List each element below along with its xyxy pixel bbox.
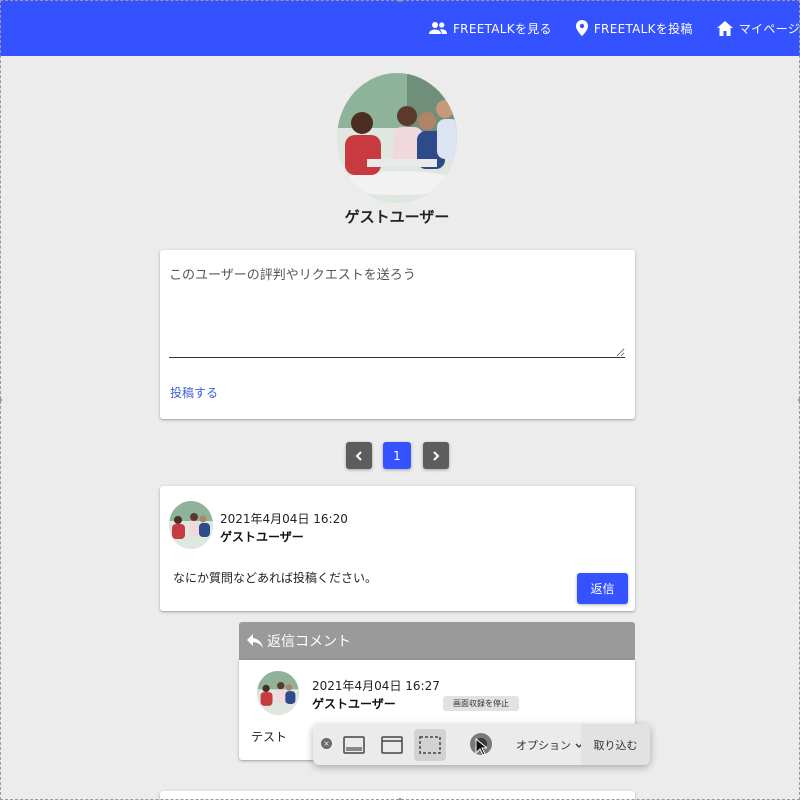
options-dropdown[interactable]: オプション	[516, 737, 583, 753]
comment-author: ゲストユーザー	[220, 530, 304, 544]
profile-avatar	[337, 73, 457, 203]
home-icon	[716, 20, 733, 36]
chevron-left-icon	[355, 450, 362, 461]
comment-avatar	[169, 501, 213, 549]
nav-post-freetalk-label: FREETALKを投稿	[593, 21, 693, 36]
submit-post-button[interactable]: 投稿する	[170, 384, 218, 401]
stop-recording-button[interactable]: 画面収録を停止	[443, 696, 519, 711]
nav-mypage-label: マイページ	[738, 21, 800, 36]
comment-card: 2021年4月04日 16:20 ゲストユーザー なにか質問などあれば投稿くださ…	[160, 486, 635, 611]
profile-name: ゲストユーザー	[344, 208, 450, 226]
close-icon[interactable]: ×	[321, 738, 332, 749]
reply-avatar	[257, 671, 299, 715]
reply-date: 2021年4月04日 16:27	[312, 679, 440, 693]
nav-view-freetalk[interactable]: FREETALKを見る	[428, 20, 552, 37]
post-form-card: 投稿する	[160, 250, 635, 419]
reply-arrow-icon	[247, 634, 263, 648]
group-photo-image	[337, 73, 457, 203]
nav-view-freetalk-label: FREETALKを見る	[452, 21, 552, 36]
chevron-right-icon	[433, 450, 440, 461]
reply-button[interactable]: 返信	[577, 573, 628, 604]
comment-text: なにか質問などあれば投稿ください。	[173, 571, 378, 585]
nav-post-freetalk[interactable]: FREETALKを投稿	[575, 20, 693, 37]
review-textarea[interactable]	[169, 262, 625, 358]
reply-section-title: 返信コメント	[267, 634, 351, 650]
pagination-prev-button[interactable]	[346, 442, 372, 469]
capture-selection-icon[interactable]	[414, 729, 446, 761]
capture-button[interactable]: 取り込む	[581, 724, 650, 765]
location-pin-icon	[575, 20, 588, 36]
pagination-next-button[interactable]	[423, 442, 449, 469]
capture-entire-screen-icon[interactable]	[338, 729, 370, 761]
options-label: オプション	[516, 739, 571, 752]
app-header: FREETALKを見る FREETALKを投稿 マイページ	[0, 0, 800, 56]
reply-author: ゲストユーザー	[312, 697, 396, 711]
group-photo-thumb	[257, 671, 299, 715]
capture-window-icon[interactable]	[376, 729, 408, 761]
pagination-page-1[interactable]: 1	[383, 442, 411, 469]
reply-section-header: 返信コメント	[239, 622, 635, 660]
people-icon	[428, 22, 447, 34]
nav-mypage[interactable]: マイページ	[716, 20, 800, 37]
comment-date: 2021年4月04日 16:20	[220, 512, 348, 526]
reply-text: テスト	[251, 730, 288, 744]
group-photo-thumb	[169, 501, 213, 549]
mouse-cursor-icon	[475, 738, 487, 756]
selection-handle[interactable]	[0, 398, 2, 402]
